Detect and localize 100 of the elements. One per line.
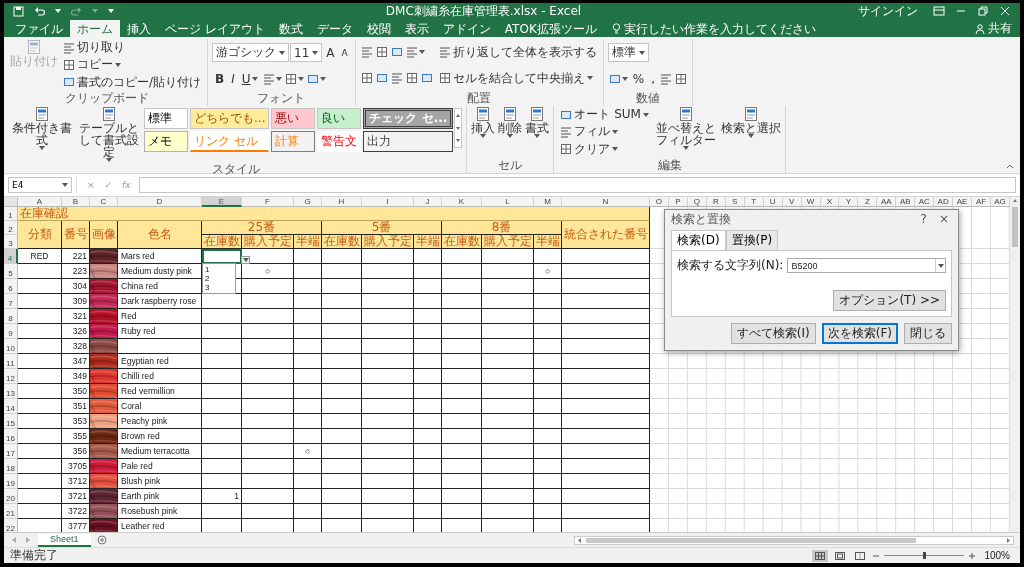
row-header[interactable]: 3 [4,235,18,249]
ribbon-button[interactable]: テーブルとして書式設定 [77,106,141,162]
save-icon[interactable] [13,5,24,17]
format-button[interactable]: , [648,70,658,87]
format-button[interactable]: A [338,46,351,59]
row-header[interactable]: 19 [4,474,18,489]
ribbon-button[interactable]: コピー [61,57,123,73]
column-header[interactable]: G [294,197,322,207]
column-header[interactable]: AF [972,197,992,207]
ribbon-tab[interactable]: ファイル [8,20,70,37]
ribbon-tab[interactable]: ホーム [70,20,120,37]
ribbon-button[interactable]: オート SUM [558,107,651,123]
row-header[interactable]: 22 [4,519,18,532]
ribbon-button[interactable]: セルを結合して中央揃え [436,70,595,86]
tell-me-field[interactable]: 実行したい作業を入力してください [611,20,829,37]
row-header[interactable]: 4 [4,249,18,264]
ribbon-button[interactable]: 書式のコピー/貼り付け [61,74,204,90]
share-button[interactable]: 共有 [967,20,1020,37]
row-header[interactable]: 15 [4,414,18,429]
dialog-tab[interactable]: 検索(D) [671,230,726,250]
ribbon-button[interactable]: 削除 [498,106,523,138]
cell-style[interactable]: 悪い [271,108,316,129]
ribbon-button[interactable]: 切り取り [61,40,127,56]
icon-button[interactable] [404,71,419,85]
column-header[interactable]: Q [687,197,707,207]
formula-field[interactable] [138,177,1016,193]
column-header[interactable]: AD [934,197,954,207]
close-icon[interactable] [999,6,1011,16]
row-header[interactable]: 2 [4,221,18,235]
vertical-scrollbar[interactable] [1010,197,1020,532]
icon-button[interactable] [389,45,404,59]
name-box[interactable]: E4 [8,177,72,193]
row-header[interactable]: 8 [4,309,18,324]
gallery-scroll-icon[interactable] [454,108,463,148]
column-header[interactable]: S [725,197,745,207]
column-header[interactable]: U [763,197,783,207]
row-header[interactable]: 5 [4,264,18,279]
view-button[interactable] [812,549,829,562]
icon-button[interactable] [419,71,434,85]
sheet-tab[interactable]: Sheet1 [38,533,91,547]
collapse-icon[interactable] [1006,163,1014,169]
row-header[interactable]: 1 [4,207,18,221]
row-header[interactable]: 13 [4,384,18,399]
icon-button[interactable] [283,71,305,86]
dropdown-field[interactable]: 11 [290,43,323,63]
cell-style[interactable]: 標準 [144,108,188,129]
format-button[interactable]: % [629,70,648,87]
ribbon-button[interactable]: 書式 [525,106,550,138]
restore-icon[interactable] [977,6,989,16]
format-button[interactable]: I [228,70,238,87]
format-button[interactable]: B [212,70,228,87]
ribbon-button[interactable]: 折り返して全体を表示する [436,44,599,60]
cell-style[interactable]: メモ [144,131,188,152]
column-header[interactable]: E [202,197,242,207]
row-header[interactable]: 7 [4,294,18,309]
column-header[interactable]: D [118,197,202,207]
dialog-button[interactable]: 閉じる [904,323,952,344]
list-item[interactable]: 2 [205,274,233,283]
ribbon-button[interactable]: 挿入 [471,106,496,138]
column-header[interactable]: N [562,197,650,207]
cell-style[interactable]: 警告文 [317,131,362,152]
ribbon-tab[interactable]: ページ レイアウト [158,20,272,37]
add-sheet-icon[interactable] [96,535,107,545]
dropdown-field[interactable]: 游ゴシック [212,43,290,63]
ribbon-button[interactable]: 並べ替えとフィルター [653,106,718,150]
ribbon-button[interactable]: 条件付き書式 [10,106,74,150]
cell-style[interactable]: 出力 [363,131,454,152]
column-header[interactable]: W [801,197,821,207]
ribbon-tab[interactable]: 表示 [397,20,436,37]
dialog-tab[interactable]: 置換(P) [725,230,779,250]
ribbon-tab[interactable]: アドイン [435,20,498,37]
column-header[interactable]: C [90,197,118,207]
column-header[interactable]: O [650,197,669,207]
cell-style[interactable]: どちらでも... [190,108,270,129]
icon-button[interactable] [404,45,426,59]
column-header[interactable]: AB [896,197,916,207]
format-button[interactable]: A [323,44,338,61]
search-field[interactable]: B5200 [787,258,946,273]
row-header[interactable]: 20 [4,489,18,504]
row-header[interactable]: 11 [4,354,18,369]
cell-style[interactable]: 良い [317,108,362,129]
column-header[interactable]: H [322,197,362,207]
column-header[interactable]: Z [858,197,878,207]
dropdown-button[interactable] [241,256,250,264]
format-button[interactable]: U [238,70,261,87]
icon-button[interactable] [359,71,374,85]
sign-in-link[interactable]: サインイン [850,3,926,20]
column-header[interactable]: B [62,197,90,207]
undo-icon[interactable] [34,5,45,17]
column-header[interactable]: AE [953,197,973,207]
ribbon-button[interactable]: 検索と選択 [720,106,781,138]
icon-button[interactable] [673,71,688,86]
row-header[interactable]: 9 [4,324,18,339]
slider-thumb[interactable] [923,552,927,559]
row-header[interactable]: 18 [4,459,18,474]
column-header[interactable]: R [706,197,726,207]
ribbon-tab[interactable]: 数式 [271,20,310,37]
column-header[interactable]: AC [915,197,935,207]
options-button[interactable]: オプション(T) >> [833,290,946,311]
column-header[interactable]: A [18,197,62,207]
